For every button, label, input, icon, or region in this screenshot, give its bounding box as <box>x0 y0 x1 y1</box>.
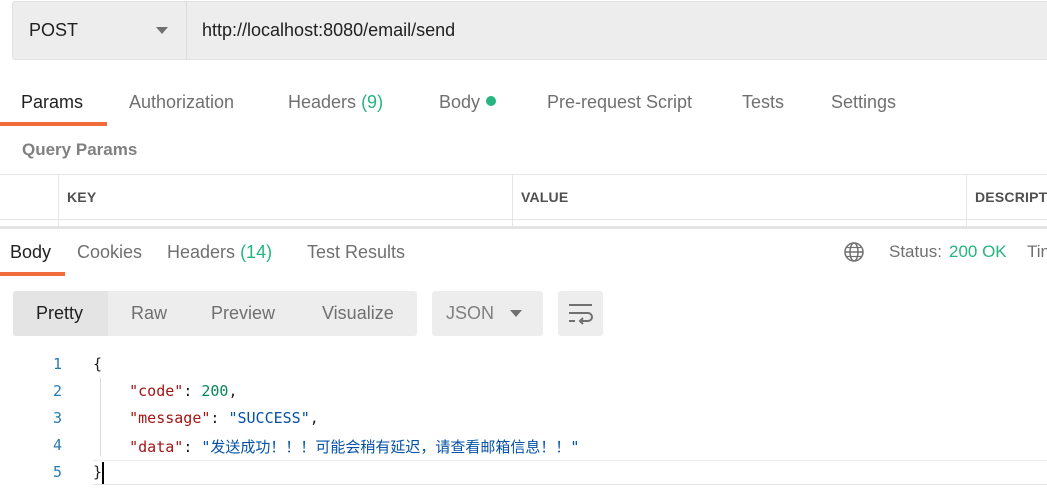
tab-settings[interactable]: Settings <box>831 92 896 113</box>
tab-label: Body <box>10 242 52 262</box>
divider <box>186 1 187 60</box>
status-label: Status: <box>889 242 942 261</box>
url-text: http://localhost:8080/email/send <box>202 20 456 40</box>
json-key: "code" <box>129 382 184 400</box>
text-cursor <box>102 462 104 484</box>
json-key: "data" <box>129 438 184 456</box>
json-string: "SUCCESS" <box>228 409 310 427</box>
table-column-divider <box>966 174 967 227</box>
url-input[interactable]: http://localhost:8080/email/send <box>202 1 455 60</box>
json-number: 200 <box>201 382 229 400</box>
tab-label: Headers <box>167 242 236 262</box>
response-tab-headers[interactable]: Headers (14) <box>167 242 272 263</box>
line-number: 5 <box>52 463 62 481</box>
pretty-button[interactable]: Pretty <box>36 291 83 336</box>
tab-label: Authorization <box>129 92 235 112</box>
language-label: JSON <box>446 303 495 323</box>
code-line-1[interactable]: { <box>93 355 102 373</box>
json-brace: { <box>93 355 103 373</box>
tab-label: Pre-request Script <box>547 92 693 112</box>
response-tab-test-results[interactable]: Test Results <box>307 242 405 263</box>
current-line-highlight <box>93 460 1047 461</box>
column-header-description: DESCRIPTI <box>975 189 1047 205</box>
column-header-value: VALUE <box>521 189 569 205</box>
active-tab-indicator <box>0 272 65 276</box>
modified-dot-icon <box>486 96 497 106</box>
tab-body[interactable]: Body <box>439 92 497 113</box>
globe-icon[interactable] <box>843 241 865 263</box>
tab-label: Cookies <box>77 242 143 262</box>
table-border <box>0 174 1047 175</box>
json-key: "message" <box>129 409 211 427</box>
code-line-2[interactable]: "code": 200, <box>93 382 237 400</box>
line-number: 2 <box>52 382 62 400</box>
tab-pre-request-script[interactable]: Pre-request Script <box>547 92 692 113</box>
tab-count: (9) <box>361 92 384 112</box>
tab-tests[interactable]: Tests <box>742 92 784 113</box>
column-header-key: KEY <box>67 189 97 205</box>
status-value: 200 OK <box>949 242 1007 261</box>
active-tab-indicator <box>0 122 107 126</box>
visualize-button[interactable]: Visualize <box>322 291 394 336</box>
line-number: 3 <box>52 409 62 427</box>
code-line-5[interactable]: } <box>93 463 102 481</box>
tab-params[interactable]: Params <box>21 92 83 113</box>
time-label: Tin <box>1027 242 1047 261</box>
current-line-highlight <box>93 484 1047 485</box>
tab-headers[interactable]: Headers (9) <box>288 92 383 113</box>
tab-label: Settings <box>831 92 897 112</box>
code-line-3[interactable]: "message": "SUCCESS", <box>93 409 319 427</box>
tab-label: Tests <box>742 92 785 112</box>
query-params-title: Query Params <box>22 140 138 159</box>
table-column-divider <box>58 174 59 227</box>
panel-resize-handle[interactable] <box>0 226 1047 229</box>
code-line-4[interactable]: "data": "发送成功！！！可能会稍有延迟，请查看邮箱信息！！" <box>93 436 579 457</box>
json-string: "发送成功！！！可能会稍有延迟，请查看邮箱信息！！" <box>201 438 580 456</box>
response-tab-body[interactable]: Body <box>10 242 51 263</box>
wrap-lines-icon <box>569 304 593 325</box>
line-number: 1 <box>52 355 62 373</box>
raw-button[interactable]: Raw <box>131 291 167 336</box>
json-brace: } <box>93 463 103 481</box>
table-column-divider <box>512 174 513 227</box>
tab-label: Params <box>21 92 84 112</box>
tab-label: Headers <box>288 92 357 112</box>
tab-label: Test Results <box>307 242 406 262</box>
line-number: 4 <box>52 436 62 454</box>
response-tab-cookies[interactable]: Cookies <box>77 242 142 263</box>
chevron-down-icon <box>510 310 522 317</box>
tab-authorization[interactable]: Authorization <box>129 92 234 113</box>
tab-count: (14) <box>240 242 273 262</box>
table-border <box>0 219 1047 220</box>
preview-button[interactable]: Preview <box>211 291 275 336</box>
method-label: POST <box>29 20 79 40</box>
wrap-lines-button[interactable] <box>558 291 603 336</box>
tab-label: Body <box>439 92 481 112</box>
chevron-down-icon[interactable] <box>156 27 168 34</box>
